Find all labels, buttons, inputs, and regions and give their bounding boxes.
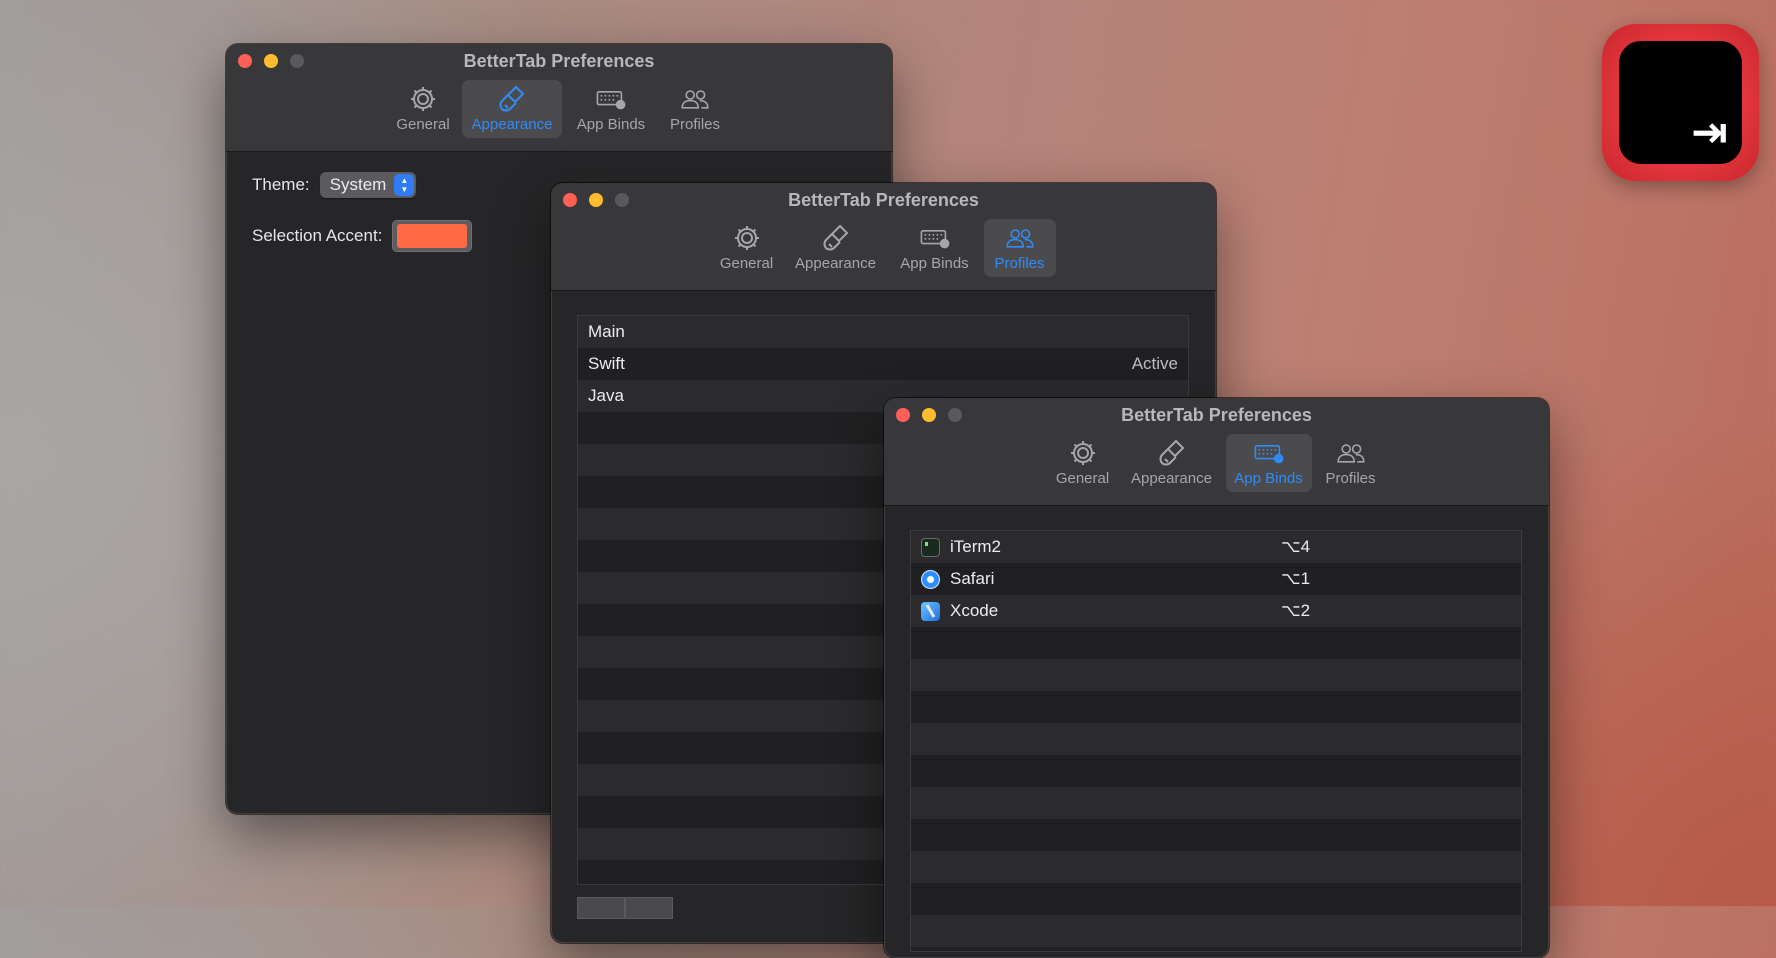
tab-appearance[interactable]: Appearance — [1122, 434, 1222, 492]
add-remove-buttons — [577, 897, 673, 919]
theme-row: Theme: System ▲ ▼ — [252, 172, 417, 198]
empty-row — [911, 819, 1521, 851]
tab-label: General — [396, 116, 450, 133]
tab-label: App Binds — [900, 255, 969, 272]
accent-row: Selection Accent: — [252, 220, 473, 252]
profile-name: Swift — [588, 354, 625, 373]
app-name: iTerm2 — [950, 537, 1002, 556]
tab-label: Appearance — [795, 255, 876, 272]
people-icon — [681, 90, 709, 109]
tab-label: Appearance — [1131, 470, 1212, 487]
empty-row — [911, 659, 1521, 691]
window-title: BetterTab Preferences — [463, 51, 655, 71]
app-name: Safari — [950, 569, 995, 588]
add-profile-button[interactable] — [577, 897, 625, 919]
profile-name: Java — [588, 386, 624, 405]
tab-appearance[interactable]: Appearance — [786, 219, 886, 277]
tab-appearance[interactable]: Appearance — [462, 80, 562, 138]
empty-row — [911, 787, 1521, 819]
preferences-window-app-binds: BetterTab Preferences General Appearance… — [884, 398, 1549, 958]
tab-profiles[interactable]: Profiles — [660, 80, 730, 138]
table-row[interactable]: Safari ⌥1 — [911, 563, 1521, 595]
tab-arrow-icon: ⇥ — [1691, 107, 1728, 158]
logo-inner: ⇥ — [1619, 41, 1742, 164]
tab-label: Profiles — [669, 116, 721, 133]
tab-general[interactable]: General — [712, 219, 782, 277]
tab-label: Profiles — [994, 255, 1045, 272]
titlebar: BetterTab Preferences General Appearance… — [551, 183, 1216, 291]
tab-label: General — [1055, 470, 1110, 487]
titlebar: BetterTab Preferences General Appearance… — [884, 398, 1549, 506]
people-icon — [1336, 444, 1365, 463]
gear-icon — [411, 87, 435, 111]
keyboard-icon — [1254, 445, 1283, 464]
empty-row — [911, 691, 1521, 723]
tab-label: General — [719, 255, 774, 272]
table-row[interactable]: Xcode ⌥2 — [911, 595, 1521, 627]
bettertab-logo-icon: ⇥ — [1602, 24, 1759, 181]
empty-row — [911, 755, 1521, 787]
tab-label: Profiles — [1325, 470, 1376, 487]
shortcut: ⌥1 — [1281, 569, 1311, 588]
toolbar: General Appearance App Binds Profiles — [884, 434, 1549, 492]
paintbrush-icon — [1159, 439, 1184, 466]
safari-icon — [921, 569, 940, 589]
iterm-icon — [921, 537, 940, 557]
paintbrush-icon — [823, 224, 848, 251]
chevron-updown-icon: ▲ ▼ — [394, 174, 415, 196]
app-binds-pane: iTerm2 ⌥4 Safari ⌥1 Xcode ⌥2 — [884, 506, 1549, 958]
app-binds-table[interactable]: iTerm2 ⌥4 Safari ⌥1 Xcode ⌥2 — [910, 530, 1522, 952]
shortcut: ⌥2 — [1281, 601, 1311, 620]
tab-label: App Binds — [1234, 470, 1303, 487]
gear-icon — [734, 226, 759, 250]
tab-app-binds[interactable]: App Binds — [566, 80, 656, 138]
table-row[interactable]: Main — [578, 316, 1188, 348]
tab-app-binds[interactable]: App Binds — [890, 219, 980, 277]
gear-icon — [1070, 441, 1095, 465]
empty-row — [911, 723, 1521, 755]
shortcut: ⌥4 — [1281, 537, 1311, 556]
accent-color-well[interactable] — [392, 220, 473, 252]
remove-profile-button[interactable] — [625, 897, 673, 919]
tab-general[interactable]: General — [1048, 434, 1118, 492]
theme-value: System — [329, 175, 387, 194]
window-title: BetterTab Preferences — [788, 190, 979, 210]
titlebar: BetterTab Preferences General Appearance… — [226, 44, 892, 152]
tab-label: App Binds — [576, 116, 646, 133]
empty-row — [911, 627, 1521, 659]
window-title: BetterTab Preferences — [1121, 405, 1312, 425]
profile-status: Active — [1131, 354, 1178, 373]
tab-label: Appearance — [471, 116, 553, 133]
accent-label: Selection Accent: — [252, 226, 383, 245]
accent-swatch — [397, 224, 468, 248]
theme-popup[interactable]: System ▲ ▼ — [319, 172, 417, 198]
people-icon — [1005, 229, 1034, 248]
app-name: Xcode — [950, 601, 999, 620]
tab-general[interactable]: General — [388, 80, 458, 138]
tab-app-binds[interactable]: App Binds — [1225, 434, 1312, 492]
empty-row — [911, 915, 1521, 947]
empty-row — [911, 883, 1521, 915]
toolbar: General Appearance App Binds Profiles — [226, 80, 892, 138]
xcode-icon — [921, 601, 940, 621]
table-row[interactable]: Swift Active — [578, 348, 1188, 380]
paintbrush-icon — [499, 85, 525, 112]
keyboard-icon — [920, 230, 949, 249]
toolbar: General Appearance App Binds Profiles — [551, 219, 1216, 277]
tab-profiles[interactable]: Profiles — [1316, 434, 1386, 492]
theme-label: Theme: — [252, 175, 310, 194]
profile-name: Main — [588, 322, 625, 341]
table-row[interactable]: iTerm2 ⌥4 — [911, 531, 1521, 563]
keyboard-icon — [596, 91, 626, 110]
empty-row — [911, 851, 1521, 883]
tab-profiles[interactable]: Profiles — [983, 219, 1056, 277]
